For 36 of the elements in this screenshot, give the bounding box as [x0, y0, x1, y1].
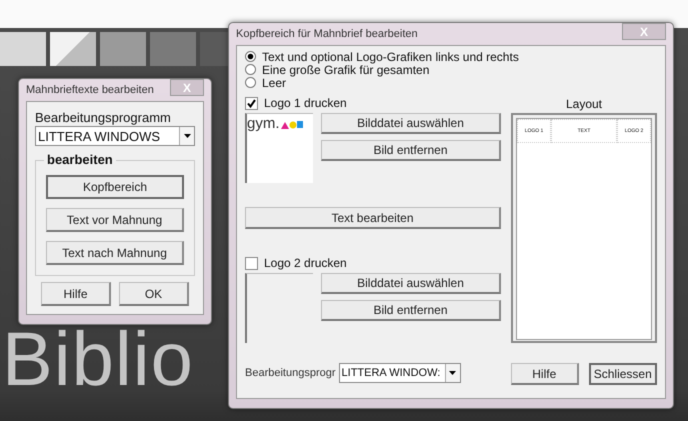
logo-text: gym.	[247, 117, 280, 131]
edit-text-button[interactable]: Text bearbeiten	[245, 207, 501, 229]
dropdown-arrow-icon	[449, 371, 456, 375]
program-dropdown[interactable]: LITTERA WINDOW:	[338, 363, 461, 383]
logo-icon	[280, 120, 303, 130]
dropdown-arrow-icon	[184, 134, 190, 138]
checkbox-icon	[245, 96, 258, 110]
edit-button[interactable]: Kopfbereich	[46, 175, 184, 199]
layout-label: Layout	[564, 97, 604, 113]
radio-option[interactable]: Eine große Grafik für gesamten	[245, 63, 657, 76]
checkbox[interactable]: Logo 1 drucken	[245, 95, 501, 111]
checkbox-icon	[245, 256, 258, 270]
edit-button[interactable]: Text vor Mahnung	[46, 208, 184, 232]
image-button[interactable]: Bilddatei auswählen	[321, 273, 501, 294]
dialog-button[interactable]: Hilfe	[41, 282, 111, 306]
image-button[interactable]: Bilddatei auswählen	[321, 113, 501, 134]
dialog-button[interactable]: Hilfe	[511, 363, 578, 385]
radio-option[interactable]: Leer	[245, 76, 657, 89]
program-dropdown[interactable]: LITTERA WINDOWS	[35, 126, 195, 146]
wallpaper-tile	[150, 32, 196, 66]
wallpaper-text: Biblio	[2, 322, 194, 398]
wallpaper-tile	[50, 32, 96, 66]
image-button[interactable]: Bild entfernen	[321, 140, 501, 161]
group-label: bearbeiten	[44, 152, 116, 167]
wallpaper-tile	[0, 32, 46, 66]
window-title: Kopfbereich für Mahnbrief bearbeiten	[236, 28, 418, 40]
field-label: Bearbeitungsprogramm	[35, 110, 172, 125]
window-title: Mahnbrieftexte bearbeiten	[26, 84, 154, 96]
edit-button[interactable]: Text nach Mahnung	[46, 241, 184, 265]
radio-option[interactable]: Text und optional Logo-Grafiken links und rechts	[245, 50, 657, 63]
dialog-button[interactable]: OK	[119, 282, 189, 306]
checkbox[interactable]: Logo 2 drucken	[245, 255, 501, 271]
field-label: Bearbeitungsprogr	[245, 367, 336, 379]
image-button[interactable]: Bild entfernen	[321, 300, 501, 321]
dialog-button[interactable]: Schliessen	[588, 363, 657, 385]
wallpaper-tile	[100, 32, 146, 66]
